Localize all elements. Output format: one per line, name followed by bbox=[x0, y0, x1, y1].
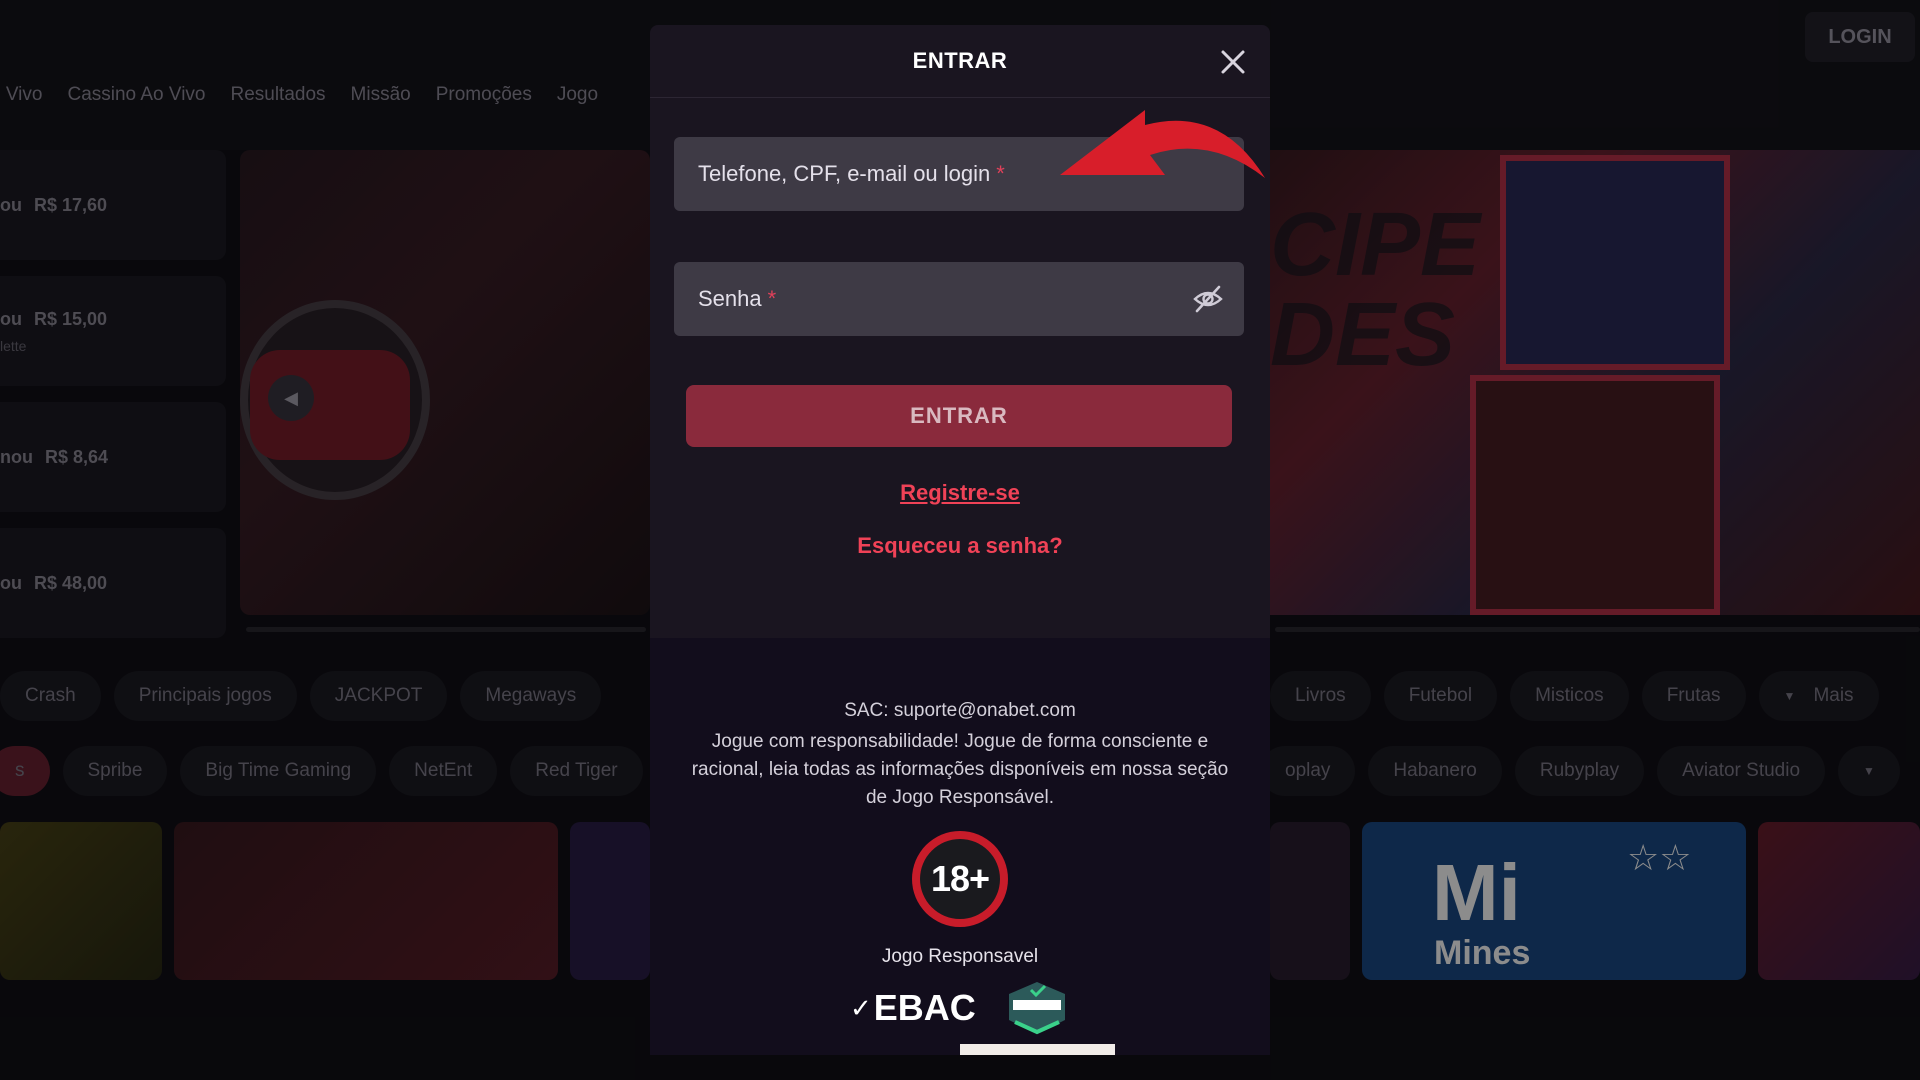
password-field[interactable]: Senha * bbox=[674, 262, 1244, 336]
red-arrow-annotation bbox=[1060, 110, 1265, 178]
modal-title: ENTRAR bbox=[912, 48, 1008, 73]
age-restriction-badge: 18+ bbox=[912, 831, 1008, 927]
required-mark: * bbox=[767, 286, 777, 311]
forgot-password-link[interactable]: Esqueceu a senha? bbox=[650, 533, 1270, 559]
close-button[interactable] bbox=[1218, 47, 1248, 77]
modal-header: ENTRAR bbox=[650, 25, 1270, 98]
login-submit-button[interactable]: ENTRAR bbox=[686, 385, 1232, 447]
required-mark: * bbox=[996, 161, 1005, 186]
responsible-gaming-label[interactable]: Jogo Responsavel bbox=[650, 946, 1270, 968]
username-placeholder: Telefone, CPF, e-mail ou login bbox=[698, 161, 991, 186]
eye-off-icon[interactable] bbox=[1192, 284, 1224, 314]
password-placeholder: Senha bbox=[698, 286, 762, 311]
responsibility-text: Jogue com responsabilidade! Jogue de for… bbox=[691, 731, 1229, 808]
age-badge-label: 18+ bbox=[920, 839, 1000, 919]
partner-logo-strip bbox=[960, 1044, 1115, 1055]
check-logo-icon: ✓ bbox=[850, 992, 872, 1023]
ebac-logo[interactable]: ✓ EBAC bbox=[850, 983, 980, 1033]
close-icon bbox=[1221, 50, 1245, 74]
modal-footer: SAC: suporte@onabet.com Jogue com respon… bbox=[650, 638, 1270, 1055]
support-email: SAC: suporte@onabet.com bbox=[844, 700, 1076, 721]
register-link[interactable]: Registre-se bbox=[650, 480, 1270, 506]
compulsafe-logo[interactable] bbox=[1005, 980, 1069, 1036]
ebac-logo-text: EBAC bbox=[873, 987, 976, 1028]
